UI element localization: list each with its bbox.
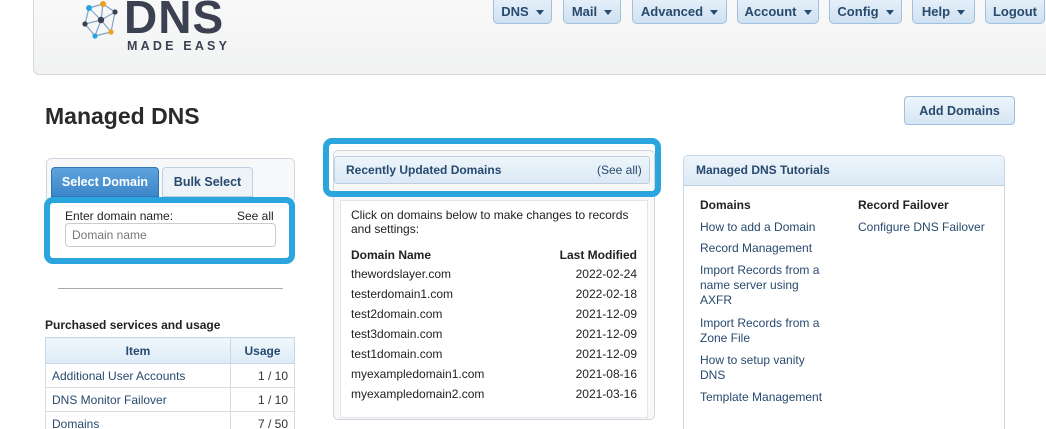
domain-link[interactable]: myexampledomain2.com: [351, 384, 532, 404]
add-domains-button[interactable]: Add Domains: [904, 96, 1015, 125]
last-modified-date: 2021-03-16: [575, 387, 637, 401]
domain-name-input[interactable]: [65, 223, 276, 247]
table-row: Additional User Accounts 1 / 10: [45, 363, 295, 388]
last-modified-date: 2021-12-09: [575, 347, 637, 361]
tutorials-title: Managed DNS Tutorials: [696, 163, 830, 177]
chevron-down-icon: [957, 10, 966, 15]
nav-config-menu[interactable]: Config: [829, 0, 902, 24]
service-item-link[interactable]: Additional User Accounts: [45, 363, 231, 388]
table-row[interactable]: myexampledomain1.com 2021-08-16: [351, 364, 637, 384]
domain-link[interactable]: test3domain.com: [351, 324, 532, 344]
tutorial-link[interactable]: Record Management: [700, 241, 828, 256]
table-row: DNS Monitor Failover 1 / 10: [45, 387, 295, 412]
nav-label: Mail: [571, 3, 598, 19]
chevron-down-icon: [885, 10, 894, 15]
nav-label: Config: [837, 3, 879, 19]
nav-mail-menu[interactable]: Mail: [563, 0, 621, 24]
last-modified-date: 2021-12-09: [575, 307, 637, 321]
column-header-last-modified: Last Modified: [559, 248, 637, 262]
table-header-row: Item Usage: [45, 337, 295, 364]
chevron-down-icon: [803, 10, 812, 15]
table-row[interactable]: test2domain.com 2021-12-09: [351, 304, 637, 324]
last-modified-date: 2022-02-18: [575, 287, 637, 301]
service-item-link[interactable]: Domains: [45, 411, 231, 429]
logo-wordmark: DNS: [124, 0, 225, 43]
page-title: Managed DNS: [45, 103, 200, 129]
tutorials-domains-heading: Domains: [700, 198, 751, 212]
nav-dns-menu[interactable]: DNS: [493, 0, 552, 24]
column-header-usage: Usage: [230, 337, 295, 364]
table-row[interactable]: thewordslayer.com 2022-02-24: [351, 264, 637, 284]
service-usage: 1 / 10: [230, 387, 295, 412]
nav-account-menu[interactable]: Account: [737, 0, 819, 24]
domain-link[interactable]: test1domain.com: [351, 344, 532, 364]
domain-link[interactable]: test2domain.com: [351, 304, 532, 324]
network-globe-icon: [82, 1, 118, 39]
chevron-down-icon: [535, 10, 544, 15]
column-header-domain-name: Domain Name: [351, 248, 432, 262]
table-row[interactable]: test3domain.com 2021-12-09: [351, 324, 637, 344]
tutorial-link[interactable]: Import Records from a Zone File: [700, 316, 828, 346]
tutorial-link[interactable]: Configure DNS Failover: [858, 220, 1004, 235]
divider: [58, 288, 283, 289]
nav-logout-button[interactable]: Logout: [985, 0, 1045, 24]
enter-domain-label: Enter domain name:: [65, 209, 174, 223]
recent-domains-table: Domain Name Last Modified thewordslayer.…: [351, 246, 637, 404]
dns-made-easy-logo[interactable]: DNS MADE EASY: [81, 0, 241, 56]
table-row[interactable]: test1domain.com 2021-12-09: [351, 344, 637, 364]
column-header-item: Item: [45, 337, 231, 364]
tutorials-failover-heading: Record Failover: [858, 198, 949, 212]
domain-link[interactable]: myexampledomain1.com: [351, 364, 532, 384]
tutorial-link[interactable]: Template Management: [700, 390, 828, 405]
service-item-link[interactable]: DNS Monitor Failover: [45, 387, 231, 412]
nav-label: Help: [921, 3, 951, 19]
nav-advanced-menu[interactable]: Advanced: [632, 0, 727, 24]
recent-intro-text: Click on domains below to make changes t…: [351, 208, 629, 236]
tutorial-link[interactable]: How to setup vanity DNS: [700, 353, 828, 383]
last-modified-date: 2021-12-09: [575, 327, 637, 341]
domain-link[interactable]: testerdomain1.com: [351, 284, 532, 304]
tutorial-link[interactable]: Import Records from a name server using …: [700, 263, 828, 308]
logo-tagline: MADE EASY: [127, 39, 231, 53]
nav-help-menu[interactable]: Help: [912, 0, 975, 24]
tutorial-link[interactable]: How to add a Domain: [700, 220, 828, 235]
services-title: Purchased services and usage: [45, 318, 221, 332]
table-row[interactable]: myexampledomain2.com 2021-03-16: [351, 384, 637, 404]
domain-link[interactable]: thewordslayer.com: [351, 264, 532, 284]
table-row[interactable]: testerdomain1.com 2022-02-18: [351, 284, 637, 304]
nav-label: Advanced: [640, 3, 704, 19]
service-usage: 7 / 50: [230, 411, 295, 429]
nav-label: DNS: [501, 3, 529, 19]
nav-label: Logout: [992, 3, 1038, 19]
see-all-link[interactable]: See all: [237, 209, 274, 223]
recent-domains-title: Recently Updated Domains: [346, 163, 502, 177]
service-usage: 1 / 10: [230, 363, 295, 388]
chevron-down-icon: [710, 10, 719, 15]
table-header-row: Domain Name Last Modified: [351, 246, 637, 264]
last-modified-date: 2021-08-16: [575, 367, 637, 381]
last-modified-date: 2022-02-24: [575, 267, 637, 281]
table-row: Domains 7 / 50: [45, 411, 295, 429]
nav-label: Account: [744, 3, 797, 19]
services-table: Item Usage Additional User Accounts 1 / …: [45, 337, 295, 429]
recent-see-all-link[interactable]: (See all): [597, 163, 642, 177]
chevron-down-icon: [604, 10, 613, 15]
tab-bulk-select[interactable]: Bulk Select: [162, 167, 253, 197]
tab-select-domain[interactable]: Select Domain: [51, 167, 159, 197]
